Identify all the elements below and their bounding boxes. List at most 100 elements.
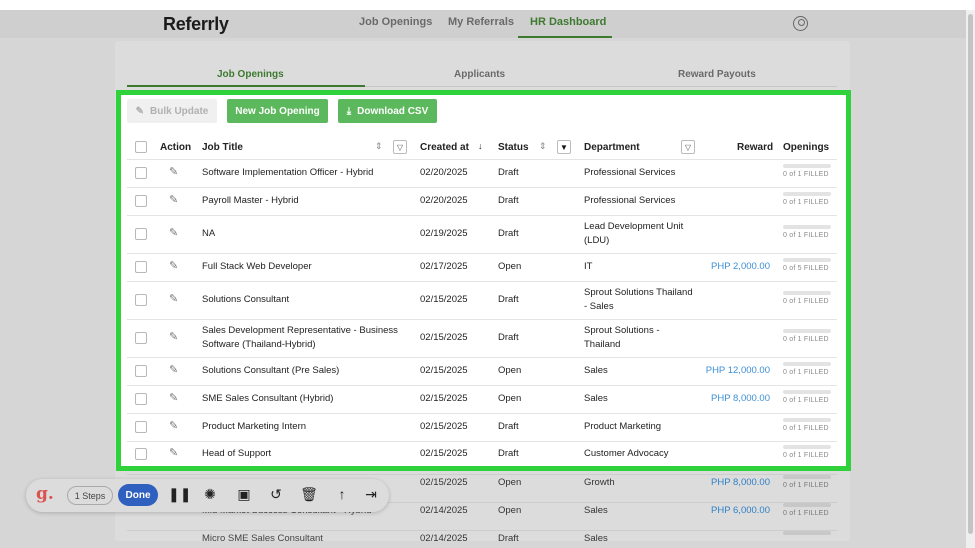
edit-icon[interactable]: ✎	[169, 446, 178, 459]
user-account-icon[interactable]	[793, 16, 808, 31]
job-title-cell[interactable]: Software Implementation Officer - Hybrid	[202, 166, 412, 180]
filter-icon[interactable]: ▽	[681, 140, 695, 154]
nav-hr-dashboard[interactable]: HR Dashboard	[530, 16, 606, 28]
column-header-job-title[interactable]: Job Title	[202, 142, 243, 153]
department-cell: Customer Advocacy	[584, 447, 699, 461]
openings-progress-bar	[783, 531, 831, 535]
row-divider	[127, 281, 837, 282]
row-checkbox[interactable]	[135, 393, 147, 405]
reward-cell: PHP 6,000.00	[711, 505, 770, 516]
edit-icon[interactable]: ✎	[169, 259, 178, 272]
row-checkbox[interactable]	[135, 448, 147, 460]
job-title-cell[interactable]: Micro SME Sales Consultant	[202, 532, 323, 546]
department-line: Professional Services	[584, 195, 676, 206]
blur-icon[interactable]: ✺	[201, 486, 219, 503]
pause-icon[interactable]: ❚❚	[168, 486, 191, 503]
edit-icon: ✎	[135, 105, 145, 117]
job-title-cell[interactable]: Sales Development Representative - Busin…	[202, 324, 412, 352]
edit-icon[interactable]: ✎	[169, 363, 178, 376]
download-csv-button[interactable]: ⤓ Download CSV	[338, 99, 437, 123]
brand-logo: Referrly	[163, 14, 229, 34]
nav-my-referrals[interactable]: My Referrals	[448, 16, 514, 28]
row-checkbox[interactable]	[135, 365, 147, 377]
row-checkbox[interactable]	[135, 332, 147, 344]
status-cell: Open	[498, 261, 522, 272]
column-header-department[interactable]: Department	[584, 142, 640, 153]
sort-desc-icon[interactable]: ↓	[478, 141, 483, 151]
column-header-openings: Openings	[783, 142, 830, 153]
job-title-line: Sales Development Representative - Busin…	[202, 325, 398, 336]
share-icon[interactable]: ↑	[333, 486, 351, 502]
column-header-reward: Reward	[737, 142, 774, 153]
edit-icon[interactable]: ✎	[169, 330, 178, 343]
edit-icon[interactable]: ✎	[169, 391, 178, 404]
created-at-cell: 02/17/2025	[420, 261, 468, 272]
created-at-cell: 02/15/2025	[420, 332, 468, 343]
job-title-cell[interactable]: Payroll Master - Hybrid	[202, 194, 412, 208]
tab-reward-payouts[interactable]: Reward Payouts	[678, 69, 756, 80]
job-title-line: NA	[202, 228, 216, 239]
created-at-cell: 02/14/2025	[420, 505, 468, 516]
department-cell: Growth	[584, 477, 615, 488]
status-cell: Open	[498, 477, 522, 488]
undo-icon[interactable]: ↺	[267, 486, 285, 503]
row-checkbox[interactable]	[135, 167, 147, 179]
row-checkbox[interactable]	[135, 195, 147, 207]
new-job-opening-button[interactable]: New Job Opening	[227, 99, 328, 123]
row-divider	[127, 530, 837, 531]
bulk-update-button[interactable]: ✎ Bulk Update	[127, 99, 217, 123]
openings-progress-bar	[783, 291, 831, 295]
job-title-cell[interactable]: Full Stack Web Developer	[202, 260, 412, 274]
edit-icon[interactable]: ✎	[169, 292, 178, 305]
job-title-cell[interactable]: NA	[202, 227, 412, 241]
status-cell: Draft	[498, 294, 519, 305]
department-line: Thailand	[584, 339, 621, 350]
sort-icon[interactable]: ⇕	[375, 141, 383, 152]
tab-job-openings[interactable]: Job Openings	[217, 69, 284, 80]
filter-icon[interactable]: ▽	[393, 140, 407, 154]
row-checkbox[interactable]	[135, 421, 147, 433]
row-divider	[127, 319, 837, 320]
job-title-cell[interactable]: SME Sales Consultant (Hybrid)	[202, 392, 412, 406]
job-title-line: Head of Support	[202, 448, 272, 459]
job-title-cell[interactable]: Solutions Consultant	[202, 293, 412, 307]
page-scrollbar-thumb[interactable]	[968, 14, 973, 534]
created-at-cell: 02/20/2025	[420, 195, 468, 206]
edit-icon[interactable]: ✎	[169, 419, 178, 432]
created-at-cell: 02/15/2025	[420, 421, 468, 432]
job-title-line: Software (Thailand-Hybrid)	[202, 339, 316, 350]
openings-filled-text: 0 of 1 FILLED	[783, 369, 829, 376]
created-at-cell: 02/15/2025	[420, 448, 468, 459]
skip-end-icon[interactable]: ⇥	[362, 486, 380, 503]
job-title-cell[interactable]: Head of Support	[202, 447, 412, 461]
openings-filled-text: 0 of 1 FILLED	[783, 336, 829, 343]
created-at-cell: 02/15/2025	[420, 294, 468, 305]
nav-job-openings[interactable]: Job Openings	[359, 16, 432, 28]
department-cell: Lead Development Unit (LDU)	[584, 220, 699, 248]
column-header-action: Action	[160, 142, 192, 153]
row-checkbox[interactable]	[135, 294, 147, 306]
filter-active-icon[interactable]: ▼	[557, 140, 571, 154]
openings-filled-text: 0 of 1 FILLED	[783, 171, 829, 178]
status-cell: Draft	[498, 228, 519, 239]
edit-icon[interactable]: ✎	[169, 193, 178, 206]
done-button[interactable]: Done	[118, 484, 158, 506]
column-header-status[interactable]: Status	[498, 142, 529, 153]
image-icon[interactable]: ▣	[235, 486, 253, 503]
tab-applicants[interactable]: Applicants	[454, 69, 505, 80]
row-checkbox[interactable]	[135, 228, 147, 240]
delete-icon[interactable]: 🗑	[300, 486, 318, 503]
sort-icon[interactable]: ⇕	[539, 141, 547, 152]
job-title-cell[interactable]: Product Marketing Intern	[202, 420, 412, 434]
download-icon: ⤓	[346, 105, 352, 117]
openings-progress-bar	[783, 418, 831, 422]
select-all-checkbox[interactable]	[135, 141, 147, 153]
row-checkbox[interactable]	[135, 261, 147, 273]
column-header-created-at[interactable]: Created at	[420, 142, 469, 153]
job-title-cell[interactable]: Solutions Consultant (Pre Sales)	[202, 364, 412, 378]
steps-counter[interactable]: 1 Steps	[67, 486, 113, 505]
edit-icon[interactable]: ✎	[169, 165, 178, 178]
openings-filled-text: 0 of 1 FILLED	[783, 232, 829, 239]
job-title-line: Software Implementation Officer - Hybrid	[202, 167, 374, 178]
edit-icon[interactable]: ✎	[169, 226, 178, 239]
